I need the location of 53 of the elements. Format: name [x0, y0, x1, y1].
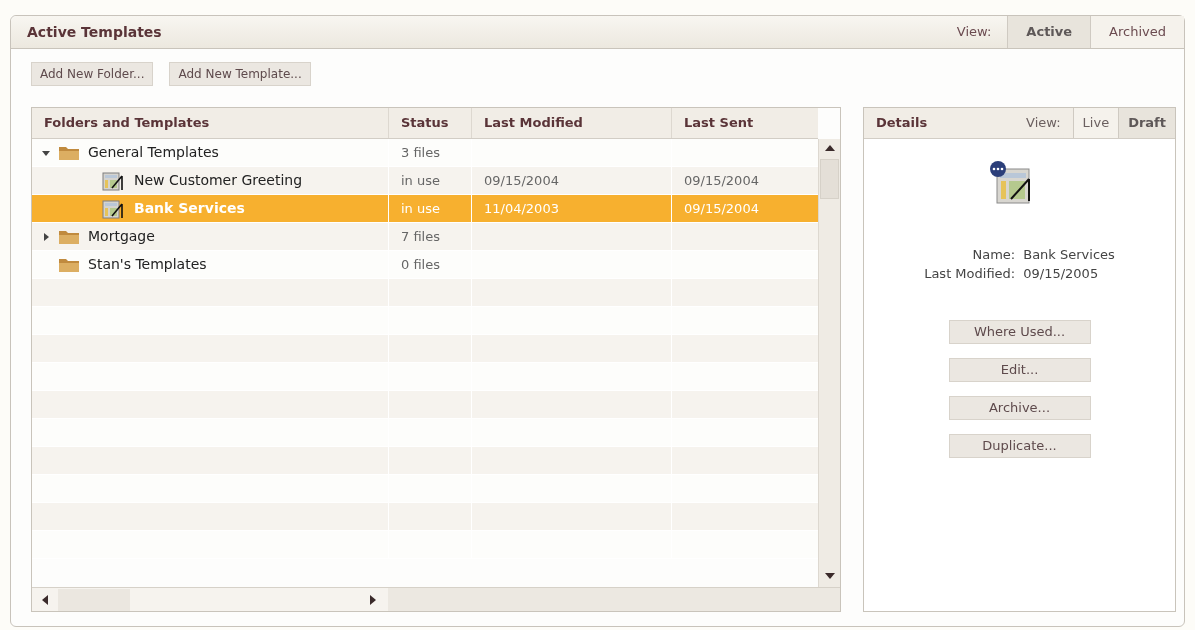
field-value: Bank Services: [1023, 246, 1115, 264]
table-cell-text: 09/15/2004: [484, 171, 559, 190]
vertical-scrollbar[interactable]: [818, 139, 840, 587]
table-cell-text: in use: [401, 171, 440, 190]
template-icon: [102, 198, 126, 219]
action-button[interactable]: Duplicate...: [948, 434, 1091, 458]
view-tab[interactable]: Live: [1072, 108, 1119, 138]
column-header[interactable]: Status: [401, 113, 449, 133]
table-row[interactable]: New Customer Greeting in use 09/15/2004 09/15/2004: [32, 167, 818, 195]
action-button[interactable]: Where Used...: [948, 320, 1091, 344]
folder-name: General Templates: [88, 143, 219, 162]
scroll-thumb[interactable]: [58, 588, 130, 611]
action-button[interactable]: Archive...: [948, 396, 1091, 420]
field-label: Last Modified:: [924, 265, 1016, 283]
template-icon: [102, 170, 126, 191]
view-tab[interactable]: Draft: [1118, 108, 1175, 138]
view-label: View:: [1026, 114, 1062, 133]
scroll-up-icon[interactable]: [824, 145, 835, 151]
toolbar-button[interactable]: Add New Folder...: [31, 62, 154, 86]
view-label: View:: [956, 23, 993, 42]
folder-icon: [58, 144, 80, 161]
table-cell-text: 09/15/2004: [684, 199, 759, 218]
expanded-caret-icon[interactable]: [42, 148, 50, 157]
table-cell-text: 11/04/2003: [484, 199, 559, 218]
folder-icon: [58, 256, 80, 273]
view-tab[interactable]: Archived: [1090, 16, 1184, 48]
scroll-down-icon[interactable]: [824, 573, 835, 579]
action-button[interactable]: Edit...: [948, 358, 1091, 382]
table-cell-text: 7 files: [401, 227, 440, 246]
template-name: New Customer Greeting: [134, 171, 303, 190]
folder-icon: [58, 228, 80, 245]
table-cell-text: in use: [401, 199, 440, 218]
column-header[interactable]: Folders and Templates: [44, 113, 210, 133]
view-tab[interactable]: Active: [1007, 16, 1091, 48]
template-name: Bank Services: [134, 199, 245, 218]
table-cell-text: 09/15/2004: [684, 171, 759, 190]
scroll-right-icon[interactable]: [370, 594, 376, 605]
column-header[interactable]: Last Sent: [684, 113, 754, 133]
horizontal-scrollbar[interactable]: [32, 588, 388, 611]
details-title: Details: [875, 114, 928, 133]
folder-name: Mortgage: [88, 227, 155, 246]
table-row[interactable]: Mortgage 7 files: [32, 223, 818, 251]
table-cell-text: 3 files: [401, 143, 440, 162]
scroll-left-icon[interactable]: [42, 594, 48, 605]
field-label: Name:: [971, 246, 1016, 264]
panel-title: Active Templates: [26, 22, 162, 42]
field-value: 09/15/2005: [1023, 265, 1100, 283]
folder-name: Stan's Templates: [88, 255, 207, 274]
column-header[interactable]: Last Modified: [484, 113, 583, 133]
scroll-thumb[interactable]: [820, 159, 839, 199]
collapsed-caret-icon[interactable]: [42, 232, 50, 241]
table-cell-text: 0 files: [401, 255, 440, 274]
toolbar-button[interactable]: Add New Template...: [169, 62, 311, 86]
